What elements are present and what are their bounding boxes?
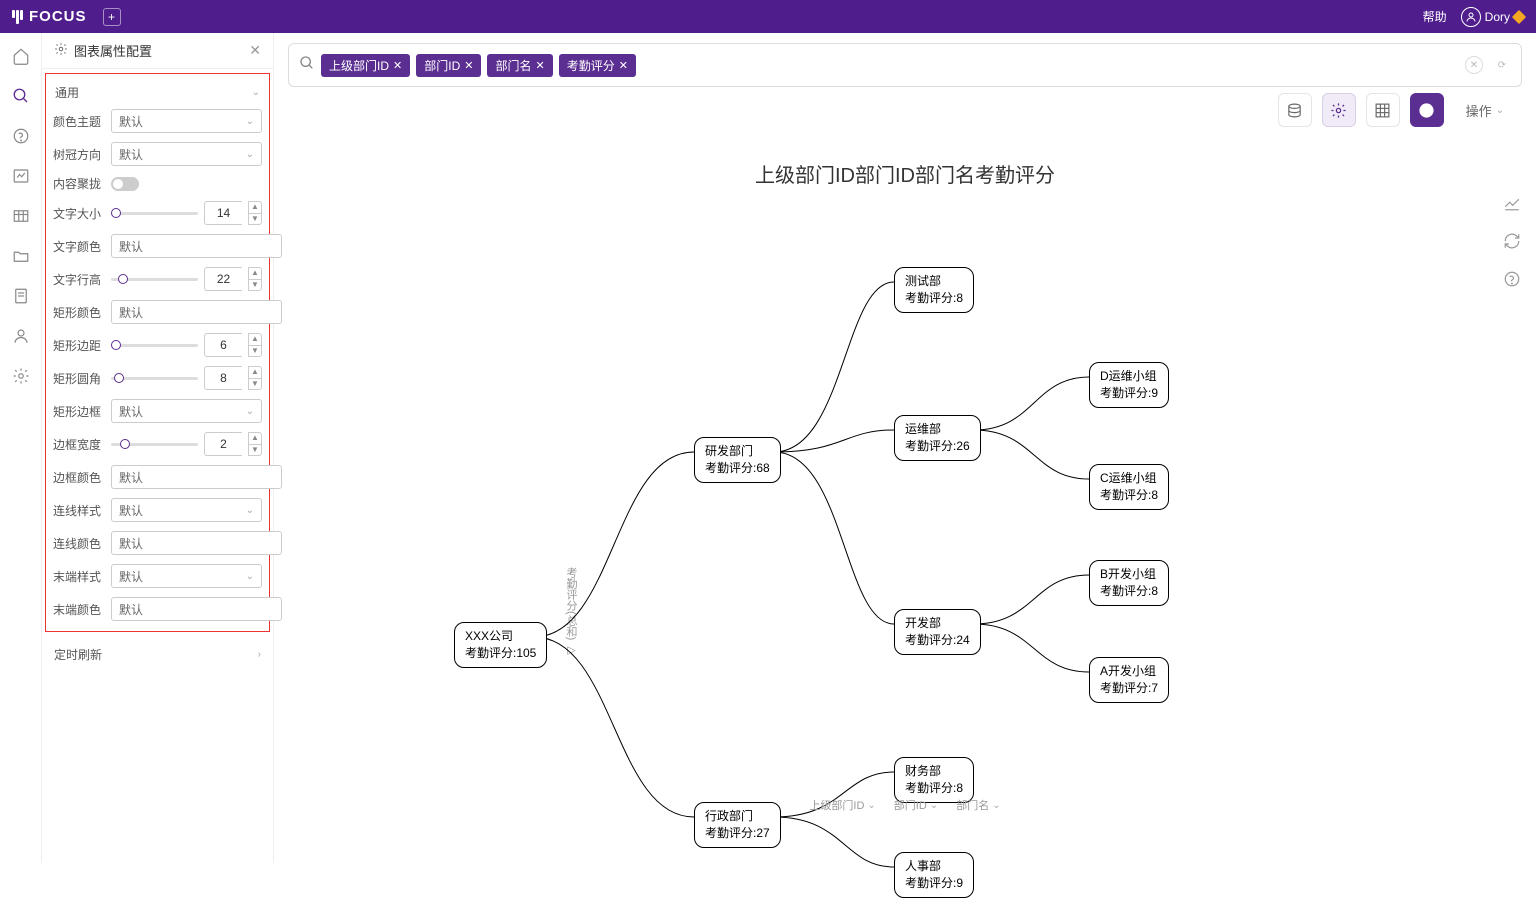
down-icon[interactable]: ▼ — [249, 214, 261, 225]
tree-node[interactable]: 行政部门考勤评分:27 — [694, 802, 781, 848]
chart-title: 上级部门ID部门ID部门名考勤评分 — [274, 159, 1536, 188]
tree-node[interactable]: 人事部考勤评分:9 — [894, 852, 974, 898]
font-size-input[interactable] — [204, 201, 242, 225]
help-icon[interactable] — [10, 125, 32, 147]
end-style-select[interactable]: 默认⌄ — [111, 564, 262, 588]
chart-icon[interactable] — [10, 165, 32, 187]
axis-item[interactable]: 上级部门ID ⌄ — [809, 797, 875, 813]
tree-node[interactable]: 研发部门考勤评分:68 — [694, 437, 781, 483]
home-icon[interactable] — [10, 45, 32, 67]
data-icon[interactable] — [10, 285, 32, 307]
font-size-slider[interactable] — [111, 212, 198, 215]
rect-margin-slider[interactable] — [111, 344, 198, 347]
end-color-input[interactable] — [111, 597, 282, 621]
axis-item[interactable]: 部门ID ⌄ — [894, 797, 938, 813]
tag-close-icon[interactable]: ✕ — [393, 59, 402, 72]
logo: FOCUS — [12, 8, 87, 25]
avatar-icon — [1461, 7, 1481, 27]
logo-text: FOCUS — [29, 8, 87, 25]
line-height-slider[interactable] — [111, 278, 198, 281]
tree-node[interactable]: 测试部考勤评分:8 — [894, 267, 974, 313]
search-tag[interactable]: 上级部门ID✕ — [321, 54, 410, 77]
color-theme-select[interactable]: 默认⌄ — [111, 109, 262, 133]
folder-icon[interactable] — [10, 245, 32, 267]
refresh-icon[interactable]: ⟳ — [1493, 56, 1511, 74]
tree-node[interactable]: A开发小组考勤评分:7 — [1089, 657, 1169, 703]
content-area: 上级部门ID✕ 部门ID✕ 部门名✕ 考勤评分✕ ✕ ⟳ 操作⌄ 上级部门ID部… — [274, 33, 1536, 863]
user-icon[interactable] — [10, 325, 32, 347]
content-focus-toggle[interactable] — [111, 177, 139, 191]
config-panel: 图表属性配置 ✕ 通用 ⌄ 颜色主题默认⌄ 树冠方向默认⌄ 内容聚拢 文字大小▲… — [42, 33, 274, 863]
border-width-input[interactable] — [204, 432, 242, 456]
chevron-down-icon: ⌄ — [252, 87, 260, 98]
tree-node[interactable]: C运维小组考勤评分:8 — [1089, 464, 1169, 510]
search-tag[interactable]: 考勤评分✕ — [559, 54, 636, 77]
close-icon[interactable]: ✕ — [249, 42, 261, 59]
rect-margin-input[interactable] — [204, 333, 242, 357]
search-bar: 上级部门ID✕ 部门ID✕ 部门名✕ 考勤评分✕ ✕ ⟳ — [288, 43, 1522, 87]
tree-node[interactable]: B开发小组考勤评分:8 — [1089, 560, 1169, 606]
help-link[interactable]: 帮助 — [1423, 8, 1447, 25]
logo-icon — [12, 10, 23, 24]
chart-area: 上级部门ID部门ID部门名考勤评分 考勤评分(总和) ▷ XXX公 — [274, 87, 1536, 863]
app-header: FOCUS + 帮助 Dory — [0, 0, 1536, 33]
clear-icon[interactable]: ✕ — [1465, 56, 1483, 74]
tree-node[interactable]: 开发部考勤评分:24 — [894, 609, 981, 655]
section-toggle[interactable]: 通用 ⌄ — [53, 80, 262, 109]
line-style-select[interactable]: 默认⌄ — [111, 498, 262, 522]
search-glass-icon[interactable] — [299, 55, 315, 76]
tree-node[interactable]: 运维部考勤评分:26 — [894, 415, 981, 461]
diamond-icon — [1512, 9, 1526, 23]
rect-radius-slider[interactable] — [111, 377, 198, 380]
search-tag[interactable]: 部门名✕ — [487, 54, 552, 77]
sidebar — [0, 33, 42, 863]
rect-color-input[interactable] — [111, 300, 282, 324]
panel-title: 图表属性配置 — [74, 41, 152, 60]
timer-refresh-toggle[interactable]: 定时刷新 › — [42, 636, 273, 673]
tree-node[interactable]: 财务部考勤评分:8 — [894, 757, 974, 803]
table-icon[interactable] — [10, 205, 32, 227]
search-icon[interactable] — [10, 85, 32, 107]
search-tag[interactable]: 部门ID✕ — [416, 54, 481, 77]
x-axis: 上级部门ID ⌄ 部门ID ⌄ 部门名 ⌄ — [809, 797, 1000, 813]
border-width-slider[interactable] — [111, 443, 198, 446]
axis-item[interactable]: 部门名 ⌄ — [956, 797, 1000, 813]
up-icon[interactable]: ▲ — [249, 202, 261, 214]
rect-radius-input[interactable] — [204, 366, 242, 390]
line-color-input[interactable] — [111, 531, 282, 555]
general-section: 通用 ⌄ 颜色主题默认⌄ 树冠方向默认⌄ 内容聚拢 文字大小▲▼ 文字颜色 文字… — [45, 73, 270, 632]
panel-gear-icon — [54, 42, 68, 59]
line-height-input[interactable] — [204, 267, 242, 291]
add-button[interactable]: + — [103, 8, 121, 26]
tree-node[interactable]: XXX公司考勤评分:105 — [454, 622, 547, 668]
border-color-input[interactable] — [111, 465, 282, 489]
panel-header: 图表属性配置 ✕ — [42, 33, 273, 69]
rect-border-select[interactable]: 默认⌄ — [111, 399, 262, 423]
gear-icon[interactable] — [10, 365, 32, 387]
tree-direction-select[interactable]: 默认⌄ — [111, 142, 262, 166]
user-menu[interactable]: Dory — [1461, 7, 1524, 27]
chevron-right-icon: › — [258, 649, 261, 660]
user-name: Dory — [1485, 10, 1510, 24]
tree-node[interactable]: D运维小组考勤评分:9 — [1089, 362, 1169, 408]
font-color-input[interactable] — [111, 234, 282, 258]
